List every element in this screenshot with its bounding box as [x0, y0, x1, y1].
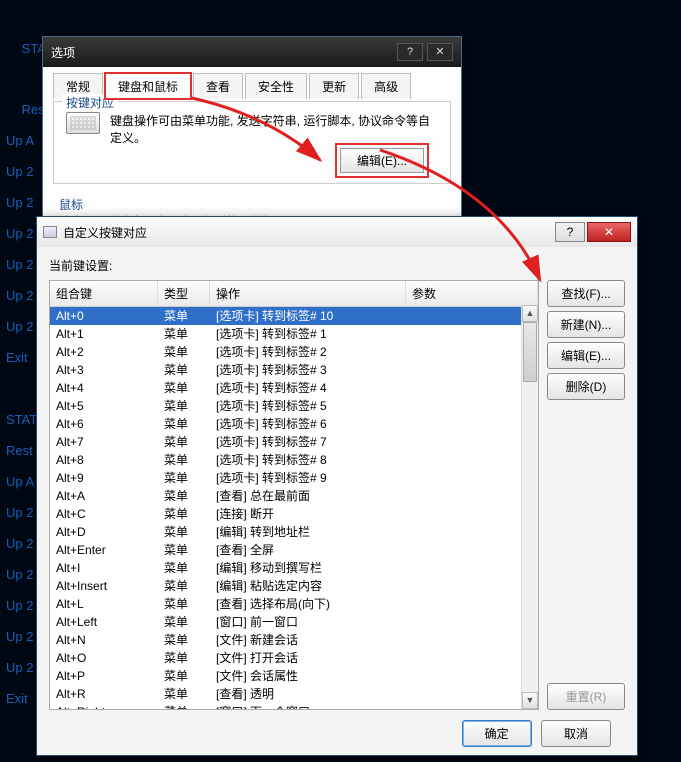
table-row[interactable]: Alt+6菜单[选项卡] 转到标签# 6 — [50, 415, 538, 433]
help-button[interactable]: ? — [397, 43, 423, 61]
options-title: 选项 — [51, 44, 393, 61]
scroll-thumb[interactable] — [523, 322, 537, 382]
find-button[interactable]: 查找(F)... — [547, 280, 625, 307]
tab-5[interactable]: 高级 — [361, 73, 411, 99]
tab-4[interactable]: 更新 — [309, 73, 359, 99]
table-row[interactable]: Alt+1菜单[选项卡] 转到标签# 1 — [50, 325, 538, 343]
col-operation[interactable]: 操作 — [210, 281, 406, 306]
table-row[interactable]: Alt+P菜单[文件] 会话属性 — [50, 667, 538, 685]
table-row[interactable]: Alt+A菜单[查看] 总在最前面 — [50, 487, 538, 505]
scroll-track[interactable] — [522, 322, 538, 692]
delete-button[interactable]: 删除(D) — [547, 373, 625, 400]
table-row[interactable]: Alt+Left菜单[窗口] 前一窗口 — [50, 613, 538, 631]
scroll-down-button[interactable]: ▼ — [522, 692, 538, 709]
table-row[interactable]: Alt+I菜单[编辑] 移动到撰写栏 — [50, 559, 538, 577]
ok-button[interactable]: 确定 — [462, 720, 532, 747]
cancel-button[interactable]: 取消 — [541, 720, 611, 747]
keymap-list[interactable]: 组合键 类型 操作 参数 Alt+0菜单[选项卡] 转到标签# 10Alt+1菜… — [49, 280, 539, 710]
keymap-group: 按键对应 键盘操作可由菜单功能, 发送字符串, 运行脚本, 协议命令等自定义。 … — [53, 101, 451, 184]
reset-button[interactable]: 重置(R) — [547, 683, 625, 710]
current-keys-label: 当前键设置: — [49, 257, 625, 274]
vertical-scrollbar[interactable]: ▲ ▼ — [521, 305, 538, 709]
table-row[interactable]: Alt+8菜单[选项卡] 转到标签# 8 — [50, 451, 538, 469]
table-row[interactable]: Alt+2菜单[选项卡] 转到标签# 2 — [50, 343, 538, 361]
footer-buttons: 确定 取消 — [49, 710, 625, 747]
keyboard-icon — [66, 112, 100, 134]
tab-1[interactable]: 键盘和鼠标 — [105, 73, 191, 99]
edit-keymap-button[interactable]: 编辑(E)... — [340, 148, 424, 173]
tab-2[interactable]: 查看 — [193, 73, 243, 99]
table-row[interactable]: Alt+3菜单[选项卡] 转到标签# 3 — [50, 361, 538, 379]
table-row[interactable]: Alt+0菜单[选项卡] 转到标签# 10 — [50, 307, 538, 325]
table-row[interactable]: Alt+Enter菜单[查看] 全屏 — [50, 541, 538, 559]
options-titlebar: 选项 ? ✕ — [43, 37, 461, 67]
table-row[interactable]: Alt+5菜单[选项卡] 转到标签# 5 — [50, 397, 538, 415]
table-row[interactable]: Alt+L菜单[查看] 选择布局(向下) — [50, 595, 538, 613]
table-row[interactable]: Alt+R菜单[查看] 透明 — [50, 685, 538, 703]
close-button[interactable]: ✕ — [427, 43, 453, 61]
table-row[interactable]: Alt+C菜单[连接] 断开 — [50, 505, 538, 523]
keymap-titlebar: 自定义按键对应 ? ✕ — [37, 217, 637, 247]
mouse-section-label: 鼠标 — [43, 192, 461, 213]
help-button[interactable]: ? — [555, 222, 585, 242]
group-description: 键盘操作可由菜单功能, 发送字符串, 运行脚本, 协议命令等自定义。 — [110, 112, 438, 146]
window-icon — [43, 226, 57, 238]
table-row[interactable]: Alt+9菜单[选项卡] 转到标签# 9 — [50, 469, 538, 487]
table-row[interactable]: Alt+O菜单[文件] 打开会话 — [50, 649, 538, 667]
table-row[interactable]: Alt+4菜单[选项卡] 转到标签# 4 — [50, 379, 538, 397]
col-combokey[interactable]: 组合键 — [50, 281, 158, 306]
options-window: 选项 ? ✕ 常规键盘和鼠标查看安全性更新高级 按键对应 键盘操作可由菜单功能,… — [42, 36, 462, 236]
list-header[interactable]: 组合键 类型 操作 参数 — [50, 281, 538, 307]
close-button[interactable]: ✕ — [587, 222, 631, 242]
scroll-up-button[interactable]: ▲ — [522, 305, 538, 322]
table-row[interactable]: Alt+D菜单[编辑] 转到地址栏 — [50, 523, 538, 541]
options-tabs: 常规键盘和鼠标查看安全性更新高级 — [43, 67, 461, 99]
keymap-window: 自定义按键对应 ? ✕ 当前键设置: 组合键 类型 操作 参数 Alt+0菜单[… — [36, 216, 638, 756]
col-param[interactable]: 参数 — [406, 281, 538, 306]
new-button[interactable]: 新建(N)... — [547, 311, 625, 338]
table-row[interactable]: Alt+N菜单[文件] 新建会话 — [50, 631, 538, 649]
table-row[interactable]: Alt+Insert菜单[编辑] 粘贴选定内容 — [50, 577, 538, 595]
side-buttons: 查找(F)... 新建(N)... 编辑(E)... 删除(D) 重置(R) — [547, 280, 625, 710]
table-row[interactable]: Alt+Right菜单[窗口] 下一个窗口 — [50, 703, 538, 709]
tab-3[interactable]: 安全性 — [245, 73, 307, 99]
table-row[interactable]: Alt+7菜单[选项卡] 转到标签# 7 — [50, 433, 538, 451]
edit-button[interactable]: 编辑(E)... — [547, 342, 625, 369]
col-type[interactable]: 类型 — [158, 281, 210, 306]
keymap-title: 自定义按键对应 — [63, 224, 147, 241]
